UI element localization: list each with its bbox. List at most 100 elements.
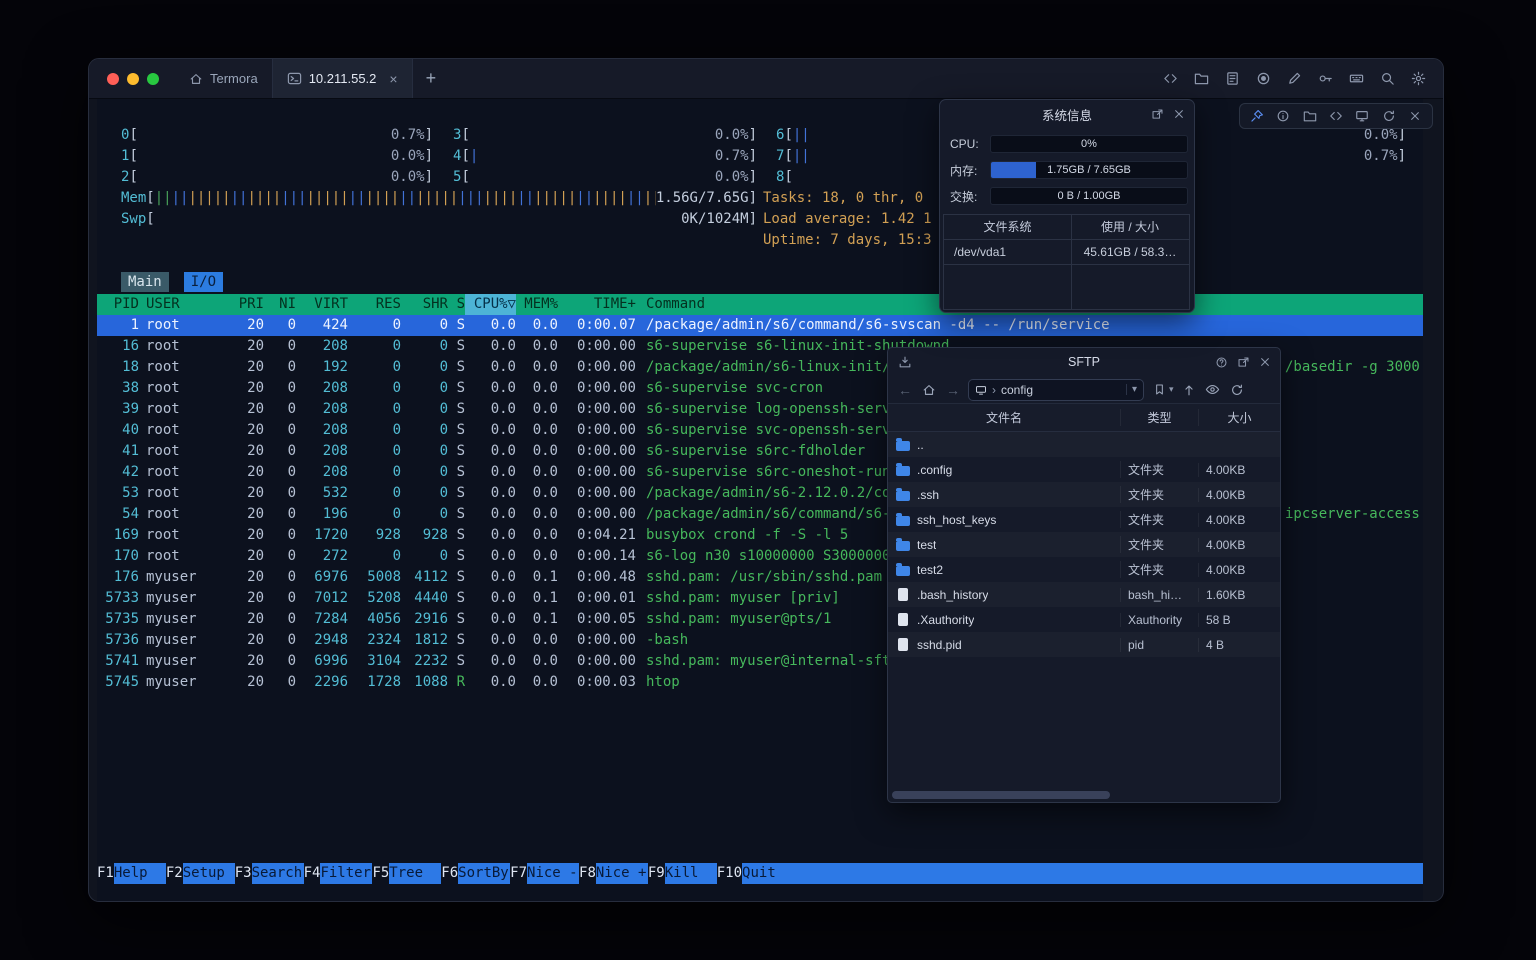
upload-icon[interactable]	[1180, 381, 1198, 399]
cell-mem: 0.0	[516, 630, 558, 651]
info-icon[interactable]	[1274, 107, 1292, 125]
cpu-meter-label: 0	[121, 125, 129, 146]
sftp-row[interactable]: ssh_host_keys文件夹4.00KB	[888, 507, 1280, 532]
sftp-row[interactable]: .config文件夹4.00KB	[888, 457, 1280, 482]
back-icon[interactable]: ←	[896, 381, 914, 399]
cell-mem: 0.1	[516, 588, 558, 609]
swap-meter: Swp[0K/1024M]	[121, 209, 757, 230]
cell-shr: 4112	[401, 567, 448, 588]
cell-virt: 424	[296, 315, 348, 336]
column-header-shr[interactable]: SHR	[401, 294, 448, 315]
tab-termora[interactable]: Termora	[175, 59, 272, 98]
process-row[interactable]: 1root20042400S0.00.00:00.07/package/admi…	[97, 315, 1423, 336]
cell-s: S	[448, 462, 465, 483]
fn-help[interactable]: Help	[114, 863, 166, 884]
code-icon[interactable]	[1161, 70, 1179, 88]
meter-label: Swp	[121, 209, 146, 230]
dropdown-caret-icon[interactable]: ▾	[1126, 384, 1137, 395]
sftp-row[interactable]: .ssh文件夹4.00KB	[888, 482, 1280, 507]
code-icon[interactable]	[1327, 107, 1345, 125]
scrollbar-thumb[interactable]	[892, 791, 1110, 799]
folder-icon[interactable]	[1301, 107, 1319, 125]
sftp-row[interactable]: .bash_historybash_hi…1.60KB	[888, 582, 1280, 607]
cell-s: S	[448, 441, 465, 462]
show-hidden-icon[interactable]	[1204, 381, 1222, 399]
open-in-window-icon[interactable]	[1148, 105, 1166, 123]
search-icon[interactable]	[1378, 70, 1396, 88]
column-header-virt[interactable]: VIRT	[296, 294, 348, 315]
col-header-filename[interactable]: 文件名	[888, 409, 1120, 426]
sftp-row[interactable]: test2文件夹4.00KB	[888, 557, 1280, 582]
cell-time: 0:00.48	[558, 567, 636, 588]
column-header-time[interactable]: TIME+	[558, 294, 636, 315]
column-header-pri[interactable]: PRI	[222, 294, 264, 315]
cell-virt: 208	[296, 399, 348, 420]
meter-segment: ||	[155, 190, 172, 206]
fn-quit[interactable]: Quit	[742, 863, 794, 884]
cell-virt: 7012	[296, 588, 348, 609]
fn-kill[interactable]: Kill	[665, 863, 717, 884]
sftp-row[interactable]: ..	[888, 432, 1280, 457]
close-tab-icon[interactable]: ×	[389, 71, 397, 87]
chevron-icon: ›	[992, 383, 996, 397]
sftp-row[interactable]: .XauthorityXauthority58 B	[888, 607, 1280, 632]
transfers-icon[interactable]	[896, 353, 914, 371]
cell-res: 0	[348, 483, 401, 504]
htop-tab-main[interactable]: Main	[121, 272, 169, 292]
sftp-row[interactable]: sshd.pidpid4 B	[888, 632, 1280, 657]
help-icon[interactable]	[1212, 353, 1230, 371]
zoom-window-button[interactable]	[147, 73, 159, 85]
bookmark-caret-icon[interactable]: ▾	[1169, 384, 1174, 395]
path-breadcrumb[interactable]: › config ▾	[968, 379, 1144, 401]
fn-sortby[interactable]: SortBy	[458, 863, 510, 884]
col-header-size[interactable]: 大小	[1198, 409, 1280, 426]
cell-virt: 192	[296, 357, 348, 378]
col-header-type[interactable]: 类型	[1120, 409, 1198, 426]
fn-nice-[interactable]: Nice -	[527, 863, 579, 884]
refresh-icon[interactable]	[1228, 381, 1246, 399]
key-icon[interactable]	[1316, 70, 1334, 88]
display-icon[interactable]	[1353, 107, 1371, 125]
close-icon[interactable]	[1406, 107, 1424, 125]
cell-virt: 1720	[296, 525, 348, 546]
sysinfo-bar-text: 0%	[991, 136, 1187, 152]
home-icon[interactable]	[920, 381, 938, 399]
cell-virt: 272	[296, 546, 348, 567]
column-header-s[interactable]: S	[448, 294, 465, 315]
cell-virt: 208	[296, 462, 348, 483]
new-tab-button[interactable]: +	[413, 59, 450, 98]
cell-cpu: 0.0	[465, 462, 516, 483]
cell-cpu: 0.0	[465, 609, 516, 630]
column-header-cpu[interactable]: CPU%▽	[465, 294, 516, 315]
tab-ssh-session[interactable]: 10.211.55.2 ×	[272, 59, 413, 98]
column-header-res[interactable]: RES	[348, 294, 401, 315]
sync-icon[interactable]	[1380, 107, 1398, 125]
log-icon[interactable]	[1223, 70, 1241, 88]
bookmark-icon[interactable]	[1150, 381, 1168, 399]
close-panel-icon[interactable]	[1170, 105, 1188, 123]
close-panel-icon[interactable]	[1256, 353, 1274, 371]
filesystem-row[interactable]: /dev/vda1 45.61GB / 58.3…	[944, 240, 1189, 265]
settings-icon[interactable]	[1409, 70, 1427, 88]
open-in-window-icon[interactable]	[1234, 353, 1252, 371]
fn-tree[interactable]: Tree	[389, 863, 441, 884]
column-header-user[interactable]: USER	[146, 294, 222, 315]
column-header-mem[interactable]: MEM%	[516, 294, 558, 315]
minimize-window-button[interactable]	[127, 73, 139, 85]
keyboard-icon[interactable]	[1347, 70, 1365, 88]
folder-icon[interactable]	[1192, 70, 1210, 88]
htop-tab-io[interactable]: I/O	[184, 272, 223, 292]
fn-search[interactable]: Search	[252, 863, 304, 884]
column-header-ni[interactable]: NI	[264, 294, 296, 315]
fn-setup[interactable]: Setup	[183, 863, 235, 884]
close-window-button[interactable]	[107, 73, 119, 85]
sftp-row[interactable]: test文件夹4.00KB	[888, 532, 1280, 557]
fn-nice-[interactable]: Nice +	[596, 863, 648, 884]
column-header-pid[interactable]: PID	[97, 294, 139, 315]
horizontal-scrollbar[interactable]	[892, 791, 1276, 799]
edit-icon[interactable]	[1285, 70, 1303, 88]
forward-icon[interactable]: →	[944, 381, 962, 399]
record-icon[interactable]	[1254, 70, 1272, 88]
pin-icon[interactable]	[1248, 107, 1266, 125]
fn-filter[interactable]: Filter	[320, 863, 372, 884]
